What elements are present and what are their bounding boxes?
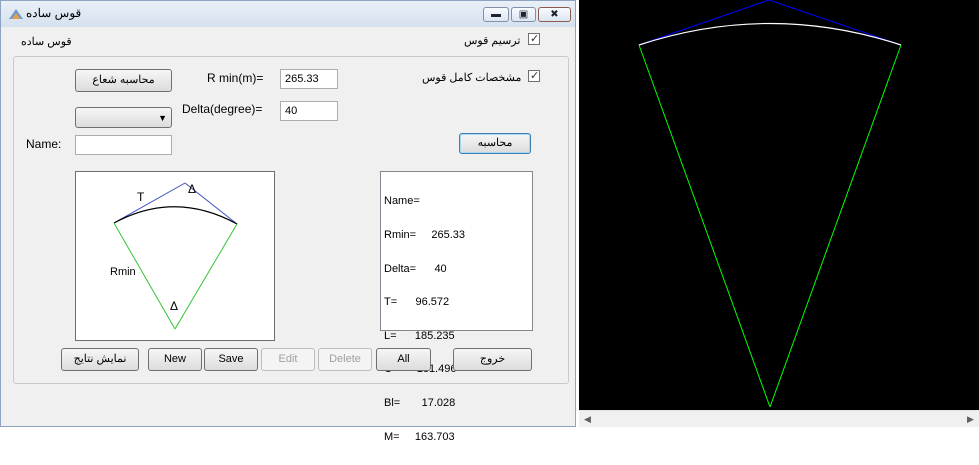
new-button[interactable]: New: [148, 348, 202, 371]
drawing-canvas-svg: [638, 0, 902, 408]
result-line: Delta= 40: [384, 262, 447, 275]
window-title: قوس ساده: [26, 6, 82, 20]
delete-button[interactable]: Delete: [318, 348, 372, 371]
close-button[interactable]: ✖: [538, 7, 571, 22]
canvas-tangent-left: [638, 0, 770, 46]
scrollbar-thumb[interactable]: [597, 413, 959, 425]
scroll-left-icon[interactable]: ◀: [579, 412, 596, 427]
draw-arc-label: ترسیم قوس: [464, 35, 521, 47]
result-line: Name=: [384, 195, 420, 208]
minimize-button[interactable]: ▬: [483, 7, 509, 22]
title-bar: قوس ساده ▬ ▣ ✖: [1, 1, 575, 27]
arc-type-dropdown[interactable]: ▼: [75, 107, 172, 128]
chevron-down-icon: ▼: [158, 113, 167, 123]
result-line: L= 185.235: [384, 329, 455, 342]
canvas-tangent-right: [768, 0, 902, 46]
canvas-radius-right: [769, 44, 902, 408]
canvas-horizontal-scrollbar[interactable]: ◀ ▶: [579, 410, 979, 427]
maximize-button[interactable]: ▣: [511, 7, 536, 22]
tangent-label: T: [137, 190, 145, 204]
result-line: T= 96.572: [384, 296, 450, 309]
arc-diagram-svg: [113, 182, 238, 330]
full-specs-label: مشخصات کامل قوس: [422, 72, 522, 84]
tangent-line-left: [113, 182, 186, 224]
scroll-right-icon[interactable]: ▶: [962, 412, 979, 427]
arc-app-icon: [9, 9, 23, 19]
exit-button[interactable]: خروج: [453, 348, 532, 371]
result-line: Bl= 17.028: [384, 397, 456, 410]
results-textbox[interactable]: Name= Rmin= 265.33 Delta= 40 T= 96.572 L…: [380, 171, 533, 442]
arc-diagram: T Δ Rmin Δ: [75, 171, 275, 341]
show-results-button[interactable]: نمایش نتایج: [61, 348, 139, 371]
calculate-button[interactable]: محاسبه: [459, 133, 531, 154]
maximize-icon: ▣: [518, 9, 529, 20]
edit-button[interactable]: Edit: [261, 348, 315, 371]
drawing-canvas[interactable]: [579, 0, 979, 427]
name-input[interactable]: [75, 135, 172, 155]
canvas-radius-left: [638, 44, 771, 408]
save-button[interactable]: Save: [204, 348, 258, 371]
minimize-icon: ▬: [491, 9, 501, 20]
delta-center-label: Δ: [170, 299, 179, 313]
rmin-label: R min(m)=: [207, 71, 264, 85]
radius-label: Rmin: [110, 266, 136, 278]
result-line: Rmin= 265.33: [384, 229, 466, 242]
delta-label: Delta(degree)=: [182, 102, 263, 116]
full-specs-checkbox[interactable]: [528, 69, 540, 82]
main-window: قوس ساده ▬ ▣ ✖ قوس ساده ترسیم قوس محاسبه…: [0, 0, 576, 442]
draw-arc-checkbox[interactable]: [528, 32, 540, 45]
canvas-arc: [638, 22, 902, 46]
result-line: M= 163.703: [384, 430, 455, 443]
name-label: Name:: [26, 137, 62, 151]
delta-input[interactable]: 40: [280, 101, 338, 121]
close-icon: ✖: [550, 9, 559, 20]
delta-external-label: Δ: [188, 182, 197, 196]
rmin-input[interactable]: 265.33: [280, 69, 338, 89]
calculate-radius-button[interactable]: محاسبه شعاع: [75, 69, 172, 92]
all-button[interactable]: All: [376, 348, 431, 371]
form-caption: قوس ساده: [21, 36, 72, 48]
radius-line-right: [174, 223, 238, 330]
